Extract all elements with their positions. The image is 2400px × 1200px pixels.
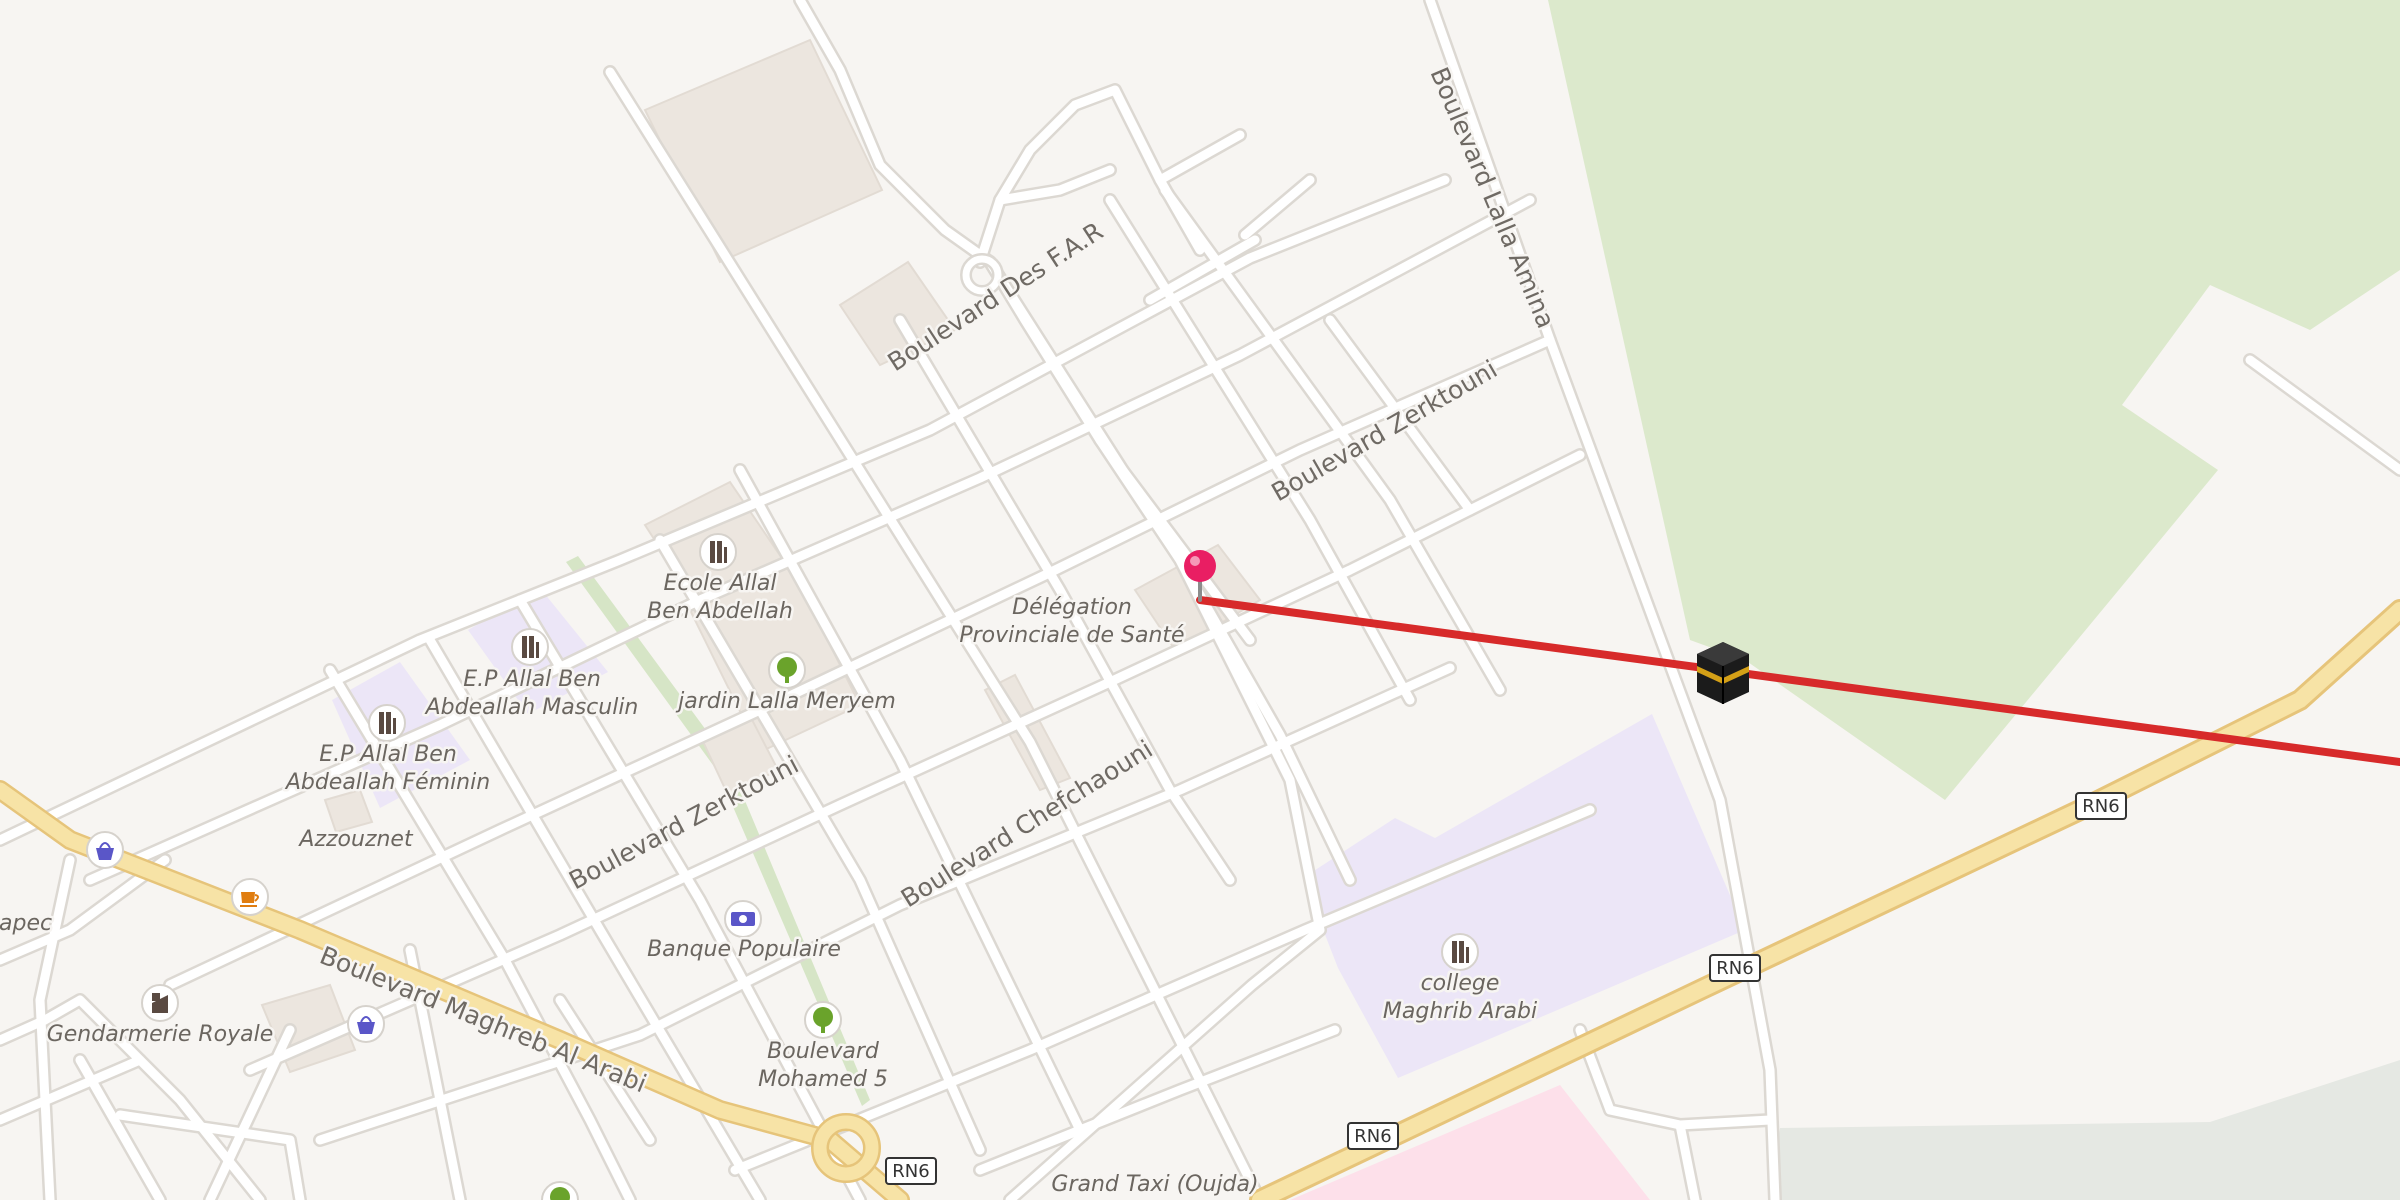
shopping-basket-icon[interactable] <box>86 831 124 869</box>
shopping-basket-icon[interactable] <box>347 1005 385 1043</box>
police-icon[interactable] <box>141 984 179 1022</box>
school-icon[interactable] <box>1441 933 1479 971</box>
poi-label-jardin: jardin Lalla Meryem <box>675 689 896 714</box>
poi-label-delegation-line2: Provinciale de Santé <box>959 623 1184 648</box>
tree-icon[interactable] <box>768 651 806 689</box>
rn6-shield: RN6 <box>1347 1122 1399 1150</box>
bank-icon[interactable] <box>724 900 762 938</box>
poi-label-bd-m5-line1: Boulevard <box>767 1039 880 1064</box>
school-icon[interactable] <box>368 704 406 742</box>
poi-label-gendarmerie: Gendarmerie Royale <box>47 1022 274 1047</box>
rn6-shield-label: RN6 <box>1354 1126 1391 1147</box>
poi-label-ecole-line1: Ecole Allal <box>664 571 777 596</box>
rn6-shield-label: RN6 <box>1716 958 1753 979</box>
school-icon[interactable] <box>511 628 549 666</box>
poi-label-azzouznet: Azzouznet <box>297 827 414 852</box>
map-canvas[interactable]: Boulevard Des F.A.R Boulevard Lalla Amin… <box>0 0 2400 1200</box>
poi-label-ep-masculin-line1: E.P Allal Ben <box>463 667 601 692</box>
poi-label-ep-feminin-line1: E.P Allal Ben <box>319 742 457 767</box>
poi-label-ep-masculin-line2: Abdeallah Masculin <box>424 695 639 720</box>
rn6-shield: RN6 <box>885 1157 937 1185</box>
poi-label-delegation-line1: Délégation <box>1012 595 1132 620</box>
rn6-shield-label: RN6 <box>892 1161 929 1182</box>
kaaba-icon[interactable] <box>1697 642 1749 704</box>
school-icon[interactable] <box>699 533 737 571</box>
poi-label-ecole-line2: Ben Abdellah <box>647 599 793 624</box>
poi-label-ep-feminin-line2: Abdeallah Féminin <box>284 770 490 795</box>
poi-label-grand-taxi: Grand Taxi (Oujda) <box>1051 1172 1258 1197</box>
rn6-shield: RN6 <box>1709 954 1761 982</box>
poi-label-anapec: Anapec <box>0 911 52 936</box>
poi-label-banque-populaire: Banque Populaire <box>647 937 841 962</box>
poi-label-college-line1: college <box>1421 971 1500 996</box>
cafe-icon[interactable] <box>231 878 269 916</box>
poi-label-college-line2: Maghrib Arabi <box>1383 999 1537 1024</box>
rn6-shield-label: RN6 <box>2082 796 2119 817</box>
rn6-shield: RN6 <box>2075 792 2127 820</box>
tree-icon[interactable] <box>804 1001 842 1039</box>
poi-label-bd-m5-line2: Mohamed 5 <box>758 1067 888 1092</box>
